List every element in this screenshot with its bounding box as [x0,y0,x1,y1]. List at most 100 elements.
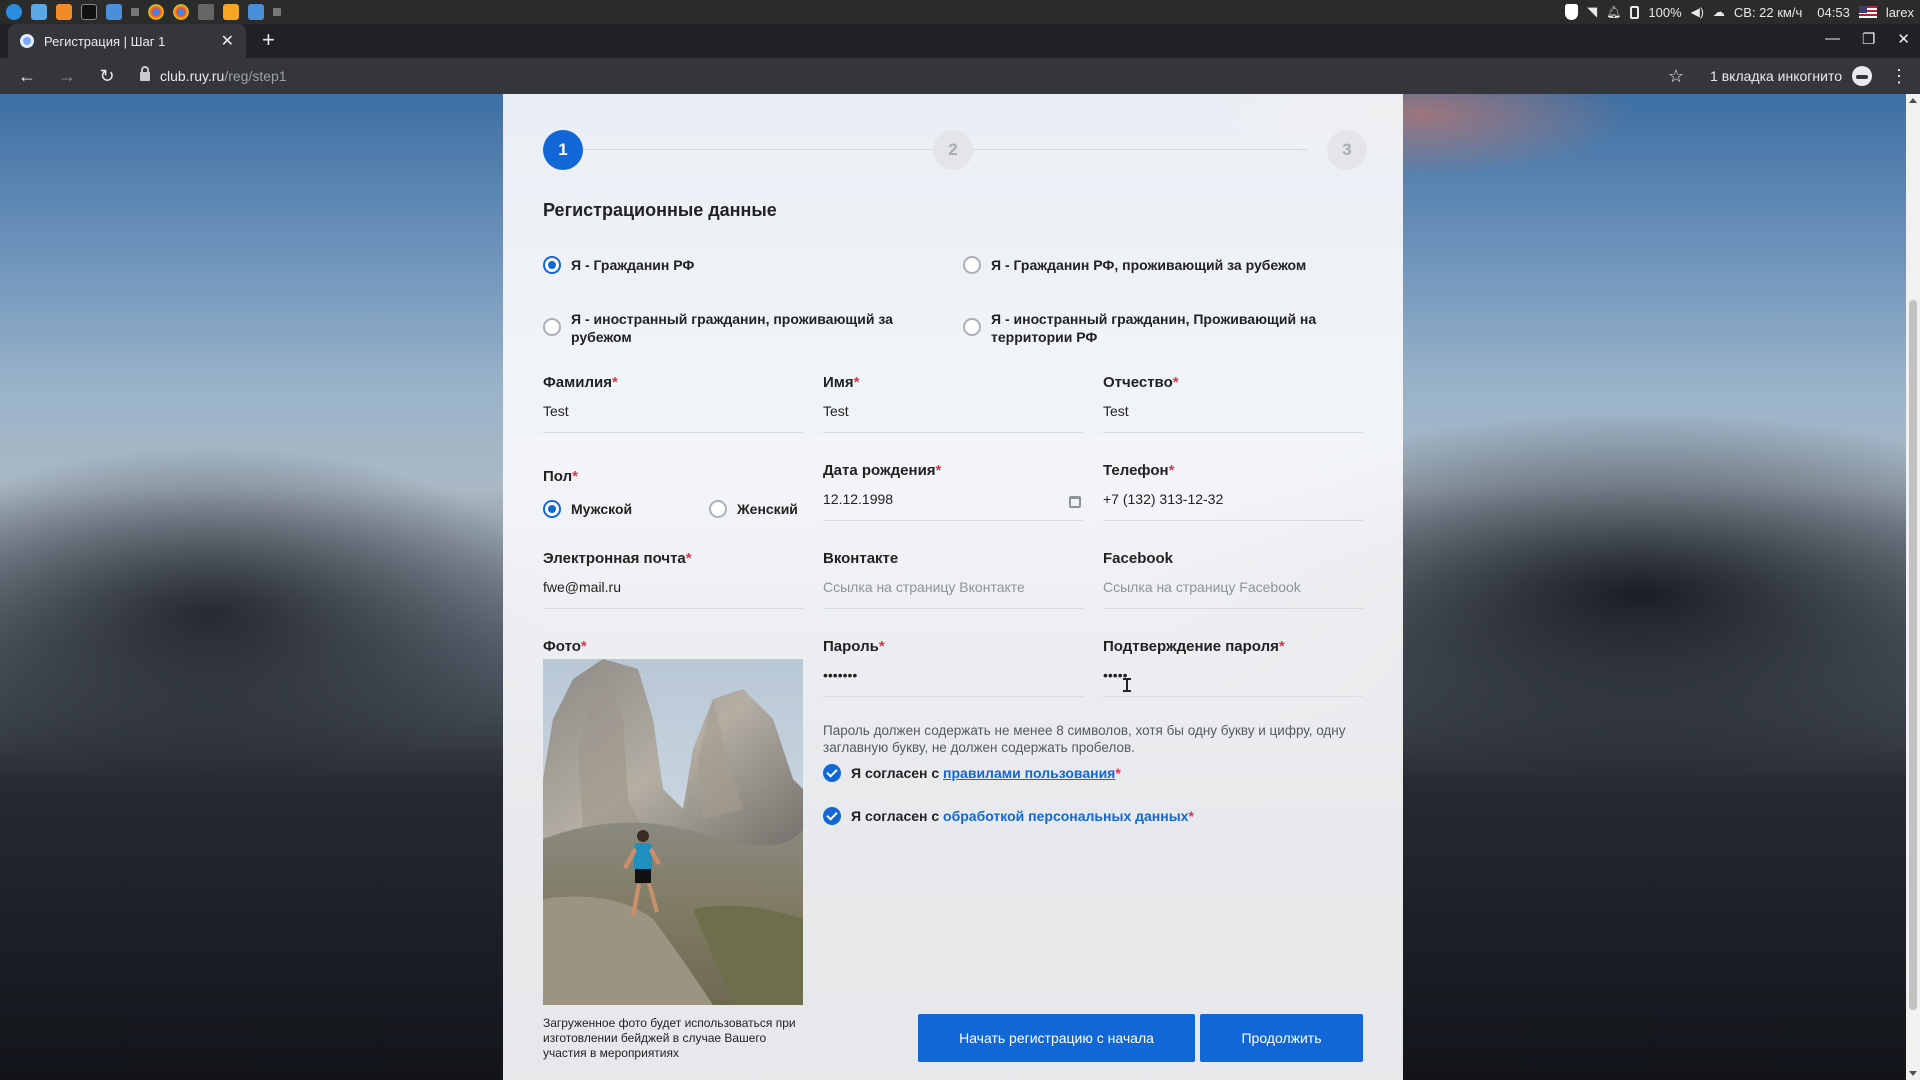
chrome-icon[interactable] [173,4,189,20]
radio-label: Я - иностранный гражданин, Проживающий н… [991,311,1317,345]
shield-icon[interactable] [1565,4,1579,20]
page-scrollbar[interactable] [1906,94,1920,1080]
weather-wind[interactable]: СВ: 22 км/ч [1734,5,1802,20]
bookmark-star-icon[interactable]: ☆ [1668,66,1684,87]
browser-menu-icon[interactable]: ⋮ [1890,66,1908,87]
keyboard-layout-flag-icon[interactable] [1858,6,1877,18]
url-path: /reg/step1 [224,68,287,84]
required-mark: * [1172,374,1179,391]
citizenship-radio-foreign-abroad[interactable]: Я - иностранный гражданин, проживающий з… [543,310,911,346]
required-mark: * [572,468,578,485]
new-tab-icon[interactable]: + [262,27,275,53]
close-window-icon[interactable]: ✕ [1897,30,1910,48]
radio-checked-icon[interactable] [543,500,561,518]
password-field: Пароль* ••••••• [823,638,1083,697]
battery-icon[interactable] [1630,5,1640,19]
window-controls: — ❐ ✕ [1825,30,1910,48]
scroll-down-icon[interactable] [1909,1071,1917,1076]
required-mark: * [611,374,618,391]
phone-input[interactable]: +7 (132) 313-12-32 [1103,491,1363,521]
birthdate-field: Дата рождения* 12.12.1998 [823,462,1083,521]
lock-icon[interactable] [140,65,150,81]
software-center-icon[interactable] [56,4,72,20]
browser-tab-active[interactable]: Регистрация | Шаг 1 ✕ [8,24,246,58]
photo-note: Загруженное фото будет использоваться пр… [543,1016,796,1060]
citizenship-radio-foreign-rf[interactable]: Я - иностранный гражданин, Проживающий н… [963,310,1331,346]
registration-stepper: 1 2 3 [543,130,1367,170]
rules-link[interactable]: правилами пользования [943,765,1115,781]
text-cursor-icon [1123,678,1131,692]
scrollbar-thumb[interactable] [1909,300,1917,1010]
minimize-icon[interactable]: — [1825,30,1840,48]
calendar-icon[interactable] [1069,496,1081,508]
middlename-field: Отчество* Test [1103,374,1363,433]
password-confirm-label: Подтверждение пароля [1103,638,1279,655]
lastname-input[interactable]: Test [543,403,803,433]
vk-field: Вконтакте Ссылка на страницу Вконтакте [823,550,1083,609]
folder-icon[interactable] [248,4,264,20]
chrome-active-icon[interactable] [198,4,214,20]
required-mark: * [1115,765,1121,781]
back-icon[interactable]: ← [12,66,42,87]
radio-unchecked-icon[interactable] [963,256,981,274]
restore-icon[interactable]: ❐ [1862,30,1875,48]
radio-checked-icon[interactable] [543,256,561,274]
forward-icon[interactable]: → [52,66,82,87]
agree-rules-checkbox[interactable]: Я согласен с правилами пользования* [823,764,1121,782]
continue-button[interactable]: Продолжить [1200,1014,1363,1062]
agree-rules-prefix: Я согласен с [851,765,940,781]
battery-level: 100% [1648,4,1682,20]
step-2: 2 [933,130,973,170]
firstname-input[interactable]: Test [823,403,1083,433]
radio-label: Женский [737,501,798,517]
files-icon[interactable] [31,4,47,20]
folder-icon[interactable] [106,4,122,20]
required-mark: * [580,638,587,655]
incognito-icon[interactable] [1852,66,1872,86]
agree-data-checkbox[interactable]: Я согласен с обработкой персональных дан… [823,807,1194,825]
checkbox-checked-icon[interactable] [823,807,841,825]
close-tab-icon[interactable]: ✕ [221,31,234,51]
restart-registration-button[interactable]: Начать регистрацию с начала [918,1014,1195,1062]
radio-unchecked-icon[interactable] [543,318,561,336]
radio-unchecked-icon[interactable] [963,318,981,336]
required-mark: * [1168,462,1175,479]
birthdate-input[interactable]: 12.12.1998 [823,491,1083,521]
step-1: 1 [543,130,583,170]
agree-data-prefix: Я согласен с [851,808,940,824]
password-input[interactable]: ••••••• [823,667,1083,697]
photo-field: Фото* [543,638,803,655]
gender-field: Пол* Мужской Женский [543,468,798,518]
wifi-icon[interactable]: ◥ [1587,4,1597,20]
facebook-input[interactable]: Ссылка на страницу Facebook [1103,579,1363,609]
sublime-icon[interactable] [223,4,239,20]
personal-data-link[interactable]: обработкой персональных данных [943,808,1188,824]
weather-icon[interactable]: ☁ [1713,5,1725,19]
checkbox-checked-icon[interactable] [823,764,841,782]
uploaded-photo[interactable] [543,659,803,1005]
citizenship-radio-rf-abroad[interactable]: Я - Гражданин РФ, проживающий за рубежом [963,256,1306,274]
gender-radio-female[interactable]: Женский [709,500,798,518]
required-mark: * [1188,808,1194,824]
citizenship-radio-rf[interactable]: Я - Гражданин РФ [543,256,694,274]
email-input[interactable]: fwe@mail.ru [543,579,803,609]
reload-icon[interactable]: ↻ [92,66,122,87]
terminal-icon[interactable] [81,4,97,20]
vk-input[interactable]: Ссылка на страницу Вконтакте [823,579,1083,609]
url-field[interactable]: club.ruy.ru/reg/step1 [160,68,1668,84]
radio-unchecked-icon[interactable] [709,500,727,518]
facebook-field: Facebook Ссылка на страницу Facebook [1103,550,1363,609]
system-top-bar: ◥ 🔔︎ 100% ◀) ☁ СВ: 22 км/ч 04:53 larex [0,0,1920,24]
scroll-up-icon[interactable] [1909,98,1917,103]
password-confirm-input[interactable]: ••••• [1103,667,1363,697]
chrome-icon[interactable] [148,4,164,20]
volume-icon[interactable]: ◀) [1691,5,1704,19]
clock[interactable]: 04:53 [1817,5,1850,20]
app-menu-icon[interactable] [6,4,22,20]
middlename-input[interactable]: Test [1103,403,1363,433]
username[interactable]: larex [1886,5,1914,20]
required-mark: * [853,374,860,391]
incognito-label[interactable]: 1 вкладка инкогнито [1710,68,1842,84]
gender-radio-male[interactable]: Мужской [543,500,632,518]
bell-icon[interactable]: 🔔︎ [1606,5,1621,19]
